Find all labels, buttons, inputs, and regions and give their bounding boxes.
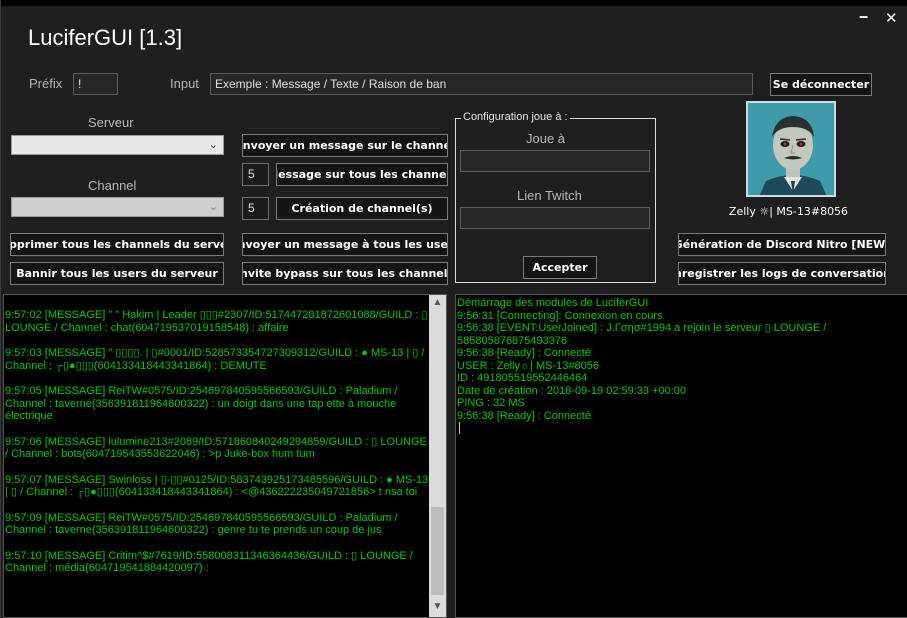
status-line: PING : 32 MS (457, 397, 525, 409)
chevron-down-icon: ⌄ (208, 200, 218, 213)
playing-label: Joue à (526, 131, 566, 146)
channel-label: Channel (88, 178, 137, 193)
log-entry: 9:57:05 [MESSAGE] ReiTW#0575/ID:25469784… (5, 385, 426, 423)
server-select[interactable]: ⌄ (11, 135, 224, 155)
status-line: 9:56:38 [Ready] : Connecté (457, 347, 591, 359)
twitch-link-input[interactable] (460, 207, 650, 229)
prefix-label: Préfix (29, 76, 63, 91)
profile-username: Zelly ☼| MS-13#8056 (728, 205, 849, 218)
twitch-label: Lien Twitch (517, 188, 582, 203)
status-line: USER : Zelly☼| MS-13#8056 (457, 359, 599, 372)
log-line: Channel : taverne(356391811964600322) : … (5, 524, 382, 536)
close-icon[interactable]: ✕ (885, 9, 898, 27)
message-log-content: 9:57:02 [MESSAGE] " " Hakim | Leader ▯▯▯… (4, 295, 446, 575)
log-line: 9:57:02 [MESSAGE] " " Hakim | Leader ▯▯▯… (5, 309, 428, 321)
vertical-scrollbar[interactable]: ▲ ▼ (429, 295, 446, 617)
save-logs-button[interactable]: Enregistrer les logs de conversations (678, 262, 886, 285)
nitro-generator-button[interactable]: Génération de Discord Nitro [NEW] (678, 233, 886, 256)
status-line: Date de création : 2018-09-19 02:59:33 +… (457, 384, 687, 397)
log-line: 9:57:07 [MESSAGE] Swinloss | ▯-▯▯#0125/I… (5, 473, 429, 486)
log-entry: 9:57:09 [MESSAGE] ReiTW#0575/ID:25469784… (5, 512, 426, 537)
log-line: Channel : ┌▯●▯▯▯(604133418443341864) : D… (5, 359, 267, 372)
disconnect-button[interactable]: Se déconnecter (770, 73, 872, 96)
message-all-users-button[interactable]: Envoyer un message à tous les users (242, 233, 448, 256)
log-line: | ▯ / Channel : ┌▯●▯▯▯(60413341844334186… (5, 486, 418, 498)
log-line: 9:57:09 [MESSAGE] ReiTW#0575/ID:25469784… (5, 511, 398, 524)
log-line: / Channel : bots(604719543553622046) : >… (5, 448, 315, 460)
message-count-input[interactable]: 5 (242, 163, 269, 186)
avatar-icon (746, 101, 836, 197)
channel-select[interactable]: ⌄ (11, 197, 224, 217)
message-all-channels-button[interactable]: Message sur tous les channels (276, 163, 448, 186)
log-line: 9:57:06 [MESSAGE] lulumine213#2089/ID:57… (5, 435, 427, 448)
channel-count-input[interactable]: 5 (242, 197, 269, 220)
invite-bypass-button[interactable]: Invite bypass sur tous les channels (242, 262, 448, 285)
input-label: Input (170, 76, 199, 91)
create-channels-button[interactable]: Création de channel(s) (276, 197, 448, 220)
status-line: 9:56:38 [EVENT:UserJoined] : J.Γσησ#1994… (457, 322, 827, 334)
playing-input[interactable] (460, 150, 650, 172)
status-line: Démarrage des modules de LuciferGUI (457, 297, 649, 309)
status-line: 585805876875493376 (457, 334, 568, 347)
minimize-icon[interactable]: 🗕 (859, 7, 868, 29)
status-log-console[interactable]: Démarrage des modules de LuciferGUI 9:56… (455, 294, 907, 618)
log-entry: 9:57:02 [MESSAGE] " " Hakim | Leader ▯▯▯… (5, 309, 428, 334)
message-log-console[interactable]: 9:57:02 [MESSAGE] " " Hakim | Leader ▯▯▯… (3, 294, 447, 618)
log-line: Channel : taverne(356391811964600322) : … (5, 397, 397, 410)
message-input[interactable]: Exemple : Message / Texte / Raison de ba… (210, 73, 753, 95)
log-entry: 9:57:10 [MESSAGE] Critim^$#7619/ID:55800… (5, 550, 426, 575)
config-group-title: Configuration joue à : (461, 111, 570, 123)
status-line: ID : 491805519552446464 (457, 372, 588, 384)
chevron-down-icon: ⌄ (208, 138, 218, 151)
log-entry: 9:57:03 [MESSAGE] " ▯▯▯▯. | ▯#0001/ID:52… (5, 347, 426, 372)
log-line: Channel : média(604719541884420097) : (5, 562, 209, 574)
server-label: Serveur (88, 115, 134, 130)
delete-all-channels-button[interactable]: Supprimer tous les channels du serveur (10, 233, 224, 256)
log-entry: 9:57:06 [MESSAGE] lulumine213#2089/ID:57… (5, 435, 427, 461)
ban-all-users-button[interactable]: Bannir tous les users du serveur (10, 262, 224, 285)
status-line: 9:56:38 [Ready] : Connecté (457, 409, 591, 422)
text-caret (459, 422, 460, 434)
log-line: 9:57:05 [MESSAGE] ReiTW#0575/ID:25469784… (5, 385, 398, 397)
scroll-up-icon[interactable]: ▲ (429, 297, 446, 310)
main-window: 🗕 ✕ LuciferGUI [1.3] Préfix ! Input Exem… (0, 0, 907, 618)
log-line: 9:57:03 [MESSAGE] " ▯▯▯▯. | ▯#0001/ID:52… (5, 347, 425, 359)
log-line: LOUNGE / Channel : chat(6047195370191585… (5, 321, 289, 334)
status-line: 9:56:31 [Connecting]: Connexion en cours (457, 309, 663, 322)
scroll-down-icon[interactable]: ▼ (429, 601, 446, 614)
window-top-border (1, 0, 907, 6)
log-line: 9:57:10 [MESSAGE] Critim^$#7619/ID:55800… (5, 549, 413, 562)
log-line: électrique (5, 410, 53, 422)
prefix-input[interactable]: ! (73, 73, 118, 95)
scrollbar-thumb[interactable] (431, 507, 444, 595)
log-entry: 9:57:07 [MESSAGE] Swinloss | ▯-▯▯#0125/I… (5, 473, 429, 499)
app-title: LuciferGUI [1.3] (28, 25, 183, 50)
send-channel-message-button[interactable]: Envoyer un message sur le channel (242, 134, 448, 157)
accept-button[interactable]: Accepter (523, 256, 597, 279)
